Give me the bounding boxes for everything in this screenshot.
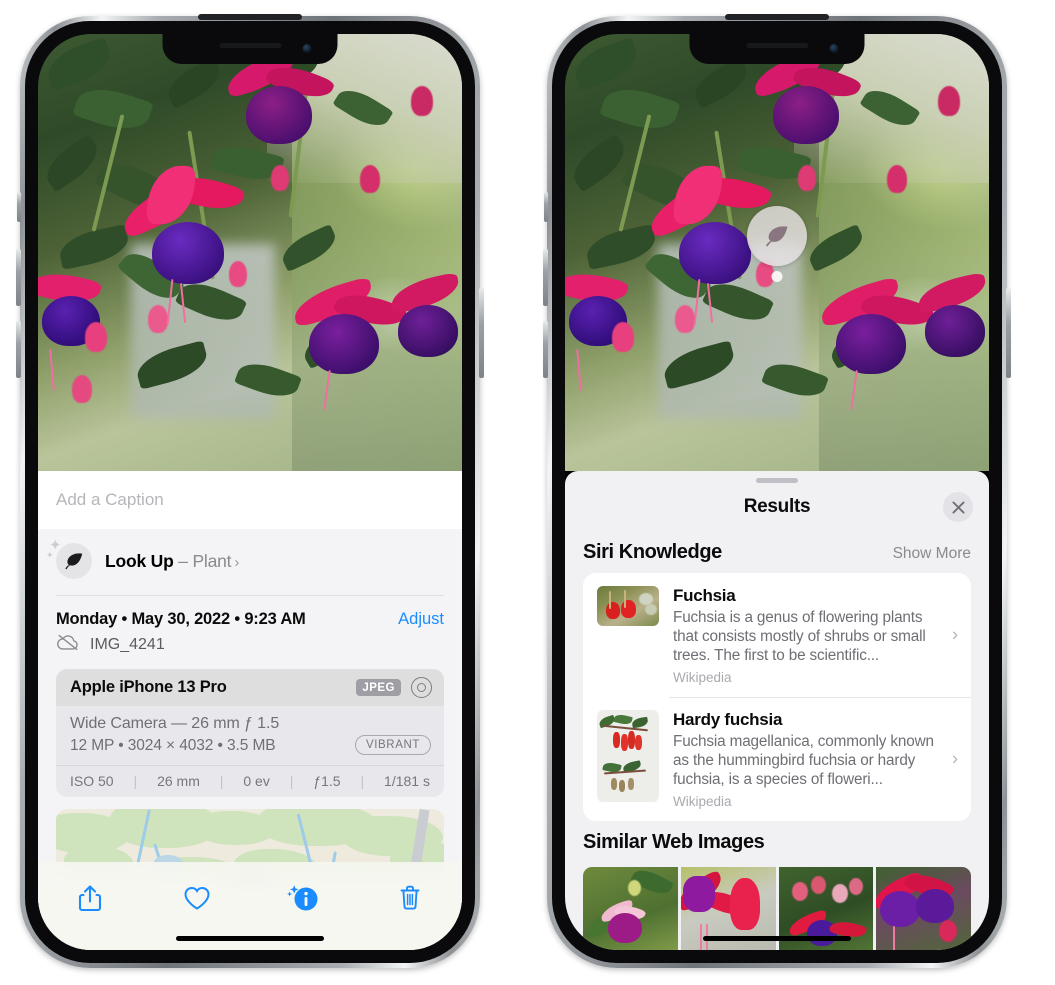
volume-down-button[interactable] (543, 321, 548, 378)
date-row: Monday • May 30, 2022 • 9:23 AM Adjust (38, 596, 462, 629)
exif-separator: | (289, 773, 294, 789)
home-indicator[interactable] (176, 936, 324, 941)
earpiece-slot (198, 14, 302, 20)
exif-shutter: 1/181 s (384, 773, 430, 789)
camera-info-card[interactable]: Apple iPhone 13 Pro JPEG Wide Camera — 2… (56, 669, 444, 797)
camera-specs: Wide Camera — 26 mm ƒ 1.5 12 MP • 3024 ×… (56, 706, 444, 765)
info-button[interactable] (281, 878, 325, 918)
lookup-leaf-badge[interactable] (747, 206, 807, 282)
web-image-4[interactable] (876, 867, 971, 950)
look-up-dash: – (173, 550, 193, 571)
speaker-grille-icon (219, 43, 281, 48)
results-sheet: Results Siri Knowledge Show More Fuchsia… (565, 471, 989, 950)
list-item[interactable]: Fuchsia Fuchsia is a genus of flowering … (583, 573, 971, 697)
camera-model: Apple iPhone 13 Pro (70, 678, 227, 696)
device-bezel: Add a Caption ✦ ✦ Look Up – Plant › Mond… (25, 14, 475, 963)
front-camera-icon (302, 44, 312, 53)
section-title-siri-knowledge: Siri Knowledge (583, 541, 722, 563)
screen-right: Results Siri Knowledge Show More Fuchsia… (565, 34, 989, 950)
photo-date: Monday • May 30, 2022 • 9:23 AM (56, 610, 306, 628)
look-up-subject: Plant (192, 550, 232, 571)
sparkle-small-icon: ✦ (46, 550, 54, 560)
caption-input[interactable]: Add a Caption (38, 471, 462, 529)
siri-knowledge-card: Fuchsia Fuchsia is a genus of flowering … (583, 573, 971, 821)
siri-knowledge-header: Siri Knowledge Show More (565, 531, 989, 573)
format-badge: JPEG (356, 679, 401, 696)
silence-switch[interactable] (544, 192, 548, 222)
look-up-row[interactable]: ✦ ✦ Look Up – Plant › (38, 529, 462, 595)
results-header: Results (565, 483, 989, 531)
info-body: ✦ ✦ Look Up – Plant › Monday • May 30, 2… (38, 529, 462, 950)
list-item[interactable]: Hardy fuchsia Fuchsia magellanica, commo… (583, 697, 971, 821)
speaker-grille-icon (746, 43, 808, 48)
volume-down-button[interactable] (16, 321, 21, 378)
exif-separator: | (360, 773, 365, 789)
list-item-description: Fuchsia is a genus of flowering plants t… (673, 609, 926, 664)
device-bezel: Results Siri Knowledge Show More Fuchsia… (552, 14, 1002, 963)
exif-aperture: ƒ1.5 (313, 773, 341, 789)
home-indicator[interactable] (703, 936, 851, 941)
list-item-description: Fuchsia magellanica, commonly known as t… (673, 733, 934, 788)
look-up-label: Look Up – Plant › (105, 551, 239, 572)
list-item-source: Wikipedia (673, 670, 732, 685)
exif-separator: | (133, 773, 138, 789)
exif-ev: 0 ev (243, 773, 270, 789)
chevron-right-icon: › (952, 624, 958, 645)
chevron-right-icon: › (952, 748, 958, 769)
results-title: Results (743, 496, 811, 517)
fuchsia-red-flowers-thumb (597, 586, 659, 626)
list-item-body: Fuchsia Fuchsia is a genus of flowering … (673, 586, 959, 685)
side-power-button[interactable] (479, 288, 484, 378)
camera-header: Apple iPhone 13 Pro JPEG (56, 669, 444, 706)
photo-info-sheet: Add a Caption ✦ ✦ Look Up – Plant › Mond… (38, 471, 462, 950)
photo-fuchsia-garden[interactable] (565, 34, 989, 471)
file-name: IMG_4241 (90, 636, 165, 653)
list-item-title: Fuchsia (673, 586, 736, 605)
style-badge: VIBRANT (354, 735, 431, 755)
chevron-right-icon: › (234, 553, 240, 571)
notch (162, 34, 338, 64)
front-camera-icon (829, 44, 839, 53)
close-button[interactable] (943, 492, 973, 522)
screen-left: Add a Caption ✦ ✦ Look Up – Plant › Mond… (38, 34, 462, 950)
notch (689, 34, 865, 64)
caption-placeholder: Add a Caption (56, 490, 164, 509)
favorite-button[interactable] (175, 878, 219, 918)
iphone-right-device: Results Siri Knowledge Show More Fuchsia… (543, 14, 1011, 968)
camera-header-right: JPEG (356, 677, 432, 698)
list-item-source: Wikipedia (673, 794, 732, 809)
delete-button[interactable] (388, 878, 432, 918)
web-image-1[interactable] (583, 867, 678, 950)
exif-separator: | (219, 773, 224, 789)
lens-line: Wide Camera — 26 mm ƒ 1.5 (70, 715, 280, 732)
hardy-fuchsia-specimen-thumb (597, 710, 659, 802)
section-title-similar-web-images: Similar Web Images (583, 831, 765, 853)
lookup-anchor-dot (771, 271, 783, 282)
exif-focal: 26 mm (157, 773, 200, 789)
exif-iso: ISO 50 (70, 773, 114, 789)
side-power-button[interactable] (1006, 288, 1011, 378)
earpiece-slot (725, 14, 829, 20)
list-item-body: Hardy fuchsia Fuchsia magellanica, commo… (673, 710, 959, 809)
adjust-button[interactable]: Adjust (398, 610, 444, 629)
volume-up-button[interactable] (16, 249, 21, 306)
similar-web-images-header: Similar Web Images (565, 821, 989, 863)
photo-foliage-and-flowers (38, 34, 462, 471)
look-up-title: Look Up (105, 550, 174, 571)
volume-up-button[interactable] (543, 249, 548, 306)
look-up-icon-wrap: ✦ ✦ (46, 538, 92, 579)
exif-row: ISO 50 | 26 mm | 0 ev | ƒ1.5 | 1/181 s (56, 765, 444, 797)
show-more-button[interactable]: Show More (893, 545, 971, 563)
two-iphone-comparison: Add a Caption ✦ ✦ Look Up – Plant › Mond… (0, 0, 1055, 985)
raw-ring-icon[interactable] (411, 677, 432, 698)
share-button[interactable] (68, 878, 112, 918)
cloud-slash-icon (56, 634, 80, 656)
file-row: IMG_4241 (38, 629, 462, 656)
photo-fuchsia-garden[interactable] (38, 34, 462, 471)
iphone-left-device: Add a Caption ✦ ✦ Look Up – Plant › Mond… (16, 14, 484, 968)
list-item-title: Hardy fuchsia (673, 710, 783, 729)
silence-switch[interactable] (17, 192, 21, 222)
